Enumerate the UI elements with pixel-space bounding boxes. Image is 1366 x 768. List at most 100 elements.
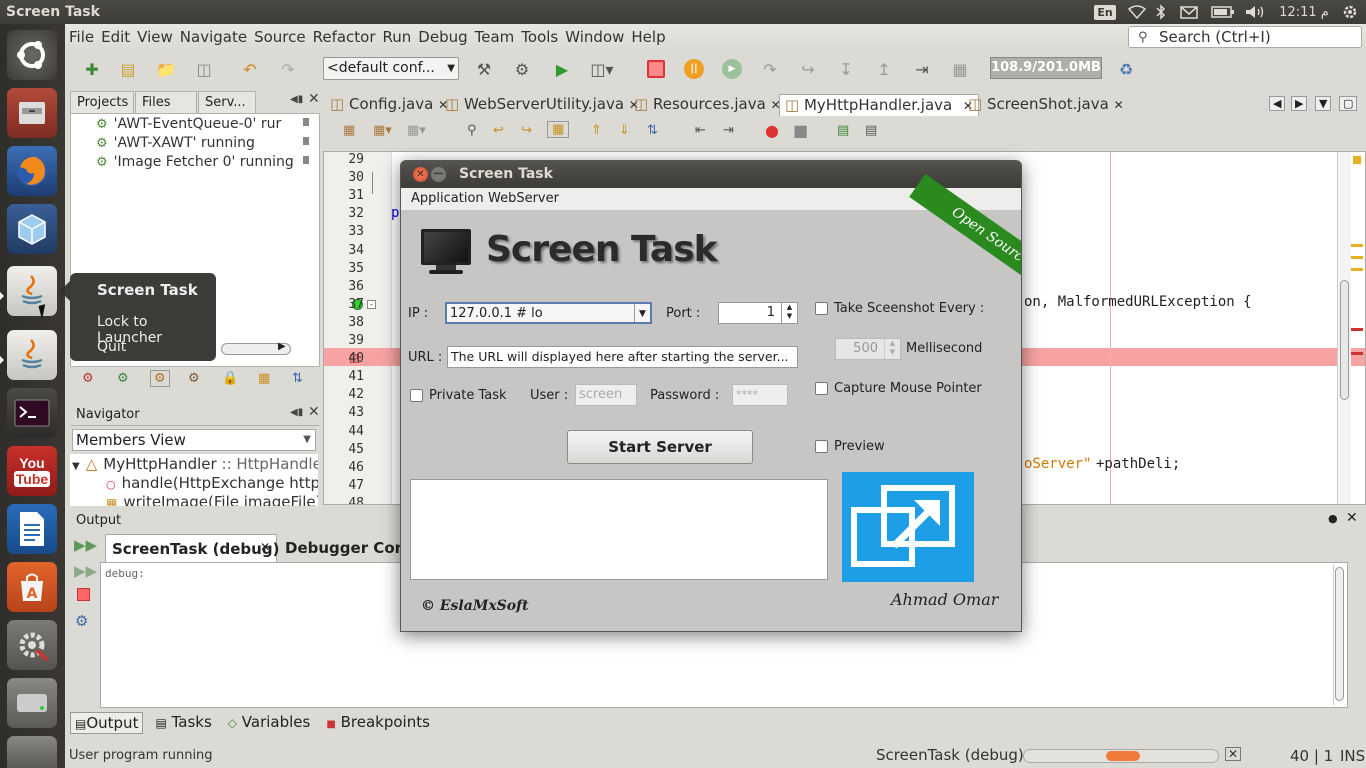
log-text-area[interactable] (410, 479, 828, 580)
debug-gear-icon[interactable]: ⚙ (82, 371, 94, 386)
stop-macro-icon[interactable]: ■ (793, 121, 808, 140)
url-field[interactable]: The URL will displayed here after starti… (447, 346, 798, 368)
menu-refactor[interactable]: Refactor (313, 28, 376, 46)
pause-icon[interactable]: || (681, 56, 707, 82)
step-into-icon[interactable]: ↧ (833, 56, 859, 82)
mail-icon[interactable] (1178, 0, 1200, 24)
build-hammer-icon[interactable]: ⚒ (471, 56, 497, 82)
uncomment-icon[interactable]: ▤ (865, 123, 877, 138)
view-select[interactable]: Members View ▼ (72, 429, 316, 451)
interval-spinner[interactable]: 500 ▲ ▼ (835, 338, 901, 360)
tab-screentask-debug[interactable]: ScreenTask (debug) ✕ (105, 534, 279, 562)
tab-breakpoints[interactable]: ■ Breakpoints (322, 712, 434, 734)
stop-icon[interactable] (643, 56, 669, 82)
apply-code-changes-icon[interactable]: ▦ (947, 56, 973, 82)
close-project-icon[interactable]: ◫ (191, 56, 217, 82)
take-screenshot-checkbox[interactable] (815, 302, 828, 315)
ubuntu-dash-icon[interactable] (7, 30, 57, 80)
tree-item[interactable]: ⚙ 'AWT-XAWT' running (96, 135, 255, 151)
step-out-icon[interactable]: ↥ (871, 56, 897, 82)
menu-source[interactable]: Source (254, 28, 306, 46)
menu-run[interactable]: Run (383, 28, 412, 46)
menu-application[interactable]: Application (411, 191, 484, 206)
close-icon[interactable]: ✕ (1346, 510, 1358, 526)
menu-edit[interactable]: Edit (101, 28, 130, 46)
memory-usage[interactable]: 108.9/201.0MB (990, 57, 1102, 79)
password-field[interactable]: **** (732, 384, 788, 406)
tab-list-icon[interactable]: ▼ (1315, 96, 1332, 111)
tree-item[interactable]: ⚙ 'Image Fetcher 0' running (96, 154, 294, 170)
scroll-left-icon[interactable]: ◀ (1269, 96, 1286, 111)
start-server-button[interactable]: Start Server (567, 430, 753, 464)
error-stripe-marker[interactable] (1351, 268, 1363, 271)
start-macro-icon[interactable]: ● (765, 121, 779, 140)
menu-help[interactable]: Help (631, 28, 665, 46)
capture-mouse-checkbox[interactable] (815, 382, 828, 395)
menu-webserver[interactable]: WebServer (488, 191, 559, 206)
user-field[interactable]: screen (575, 384, 637, 406)
error-stripe-marker[interactable] (1351, 256, 1363, 259)
maximize-icon[interactable]: ▢ (1339, 96, 1358, 111)
menu-debug[interactable]: Debug (418, 28, 467, 46)
close-icon[interactable]: ✕ (260, 540, 270, 554)
tab-tasks[interactable]: ▤ Tasks (151, 712, 215, 734)
close-icon[interactable]: ✕ (1114, 98, 1124, 112)
minimize-icon[interactable]: ◀▮ (290, 94, 303, 105)
rerun-icon[interactable]: ▶▶ (74, 536, 97, 554)
tab-debugger-console[interactable]: Debugger Conso (279, 534, 405, 562)
tab-services[interactable]: Serv... (198, 91, 256, 113)
close-icon[interactable]: ✕ (308, 404, 320, 420)
continue-icon[interactable]: ▶ (719, 56, 745, 82)
tree-item-method[interactable]: ▦ writeImage(File imageFile) (106, 493, 318, 506)
clean-build-icon[interactable]: ⚙ (509, 56, 535, 82)
find-next-icon[interactable]: ↪ (521, 123, 532, 138)
settings-icon[interactable]: ⚙ (75, 612, 88, 630)
keyboard-layout-indicator[interactable]: En (1094, 0, 1116, 24)
tree-item[interactable]: ⚙ 'AWT-EventQueue-0' rur (96, 116, 281, 132)
shift-left-icon[interactable]: ⇤ (695, 123, 706, 138)
lock-icon[interactable]: 🔒 (222, 371, 238, 386)
tab-variables[interactable]: ◇ Variables (224, 712, 315, 734)
vertical-scrollbar[interactable] (1337, 152, 1351, 504)
menu-navigate[interactable]: Navigate (180, 28, 247, 46)
menu-window[interactable]: Window (565, 28, 624, 46)
error-stripe-marker[interactable] (1353, 156, 1361, 164)
run-to-cursor-icon[interactable]: ⇥ (909, 56, 935, 82)
rerun-with-options-icon[interactable]: ▶▶ (74, 562, 97, 580)
error-stripe-marker[interactable] (1351, 244, 1363, 247)
find-previous-icon[interactable]: ↩ (493, 123, 504, 138)
libreoffice-writer-icon[interactable] (7, 504, 57, 554)
settings-icon[interactable]: ⚙ (188, 371, 200, 386)
volume-icon[interactable] (1244, 0, 1268, 24)
error-stripe-marker[interactable] (1351, 328, 1363, 331)
tab-resources-java[interactable]: ◫ Resources.java ✕ (629, 94, 786, 116)
step-over-expression-icon[interactable]: ↪ (795, 56, 821, 82)
error-stripe-marker[interactable] (1351, 352, 1363, 355)
toggle-bookmark-icon[interactable]: ⇅ (647, 123, 658, 138)
tab-myhttphandler-java[interactable]: ◫ MyHttpHandler.java ✕ (779, 94, 980, 116)
close-icon[interactable]: ✕ (308, 91, 320, 107)
clock[interactable]: 12:11 م (1272, 0, 1336, 24)
private-task-checkbox[interactable] (410, 389, 423, 402)
minimize-icon[interactable]: ◀▮ (290, 407, 303, 418)
spinner-arrows-icon[interactable]: ▲ ▼ (781, 303, 797, 323)
back-icon[interactable]: ▦▾ (407, 123, 426, 138)
next-bookmark-icon[interactable]: ⇓ (619, 123, 630, 138)
open-project-icon[interactable]: 📁 (153, 56, 179, 82)
menu-tools[interactable]: Tools (521, 28, 558, 46)
new-project-icon[interactable]: ▤ (115, 56, 141, 82)
close-window-button[interactable]: ✕ (413, 167, 428, 182)
bluetooth-icon[interactable] (1152, 0, 1170, 24)
tree-item-method[interactable]: ○ handle(HttpExchange httpE (106, 474, 318, 492)
youtube-icon[interactable]: You Tube (7, 446, 57, 496)
system-settings-icon[interactable] (7, 620, 57, 670)
tab-screenshot-java[interactable]: ◫ ScreenShot.java ✕ (963, 94, 1129, 116)
fold-toggle[interactable]: - (367, 300, 376, 309)
battery-icon[interactable] (1210, 0, 1236, 24)
search-input[interactable]: Search (Ctrl+I) ⚲ (1128, 26, 1362, 48)
toggle-highlight-icon[interactable]: ▦ (547, 121, 570, 138)
shift-right-icon[interactable]: ⇥ (723, 123, 734, 138)
scroll-right-icon[interactable]: ▶ (278, 341, 286, 352)
tab-output[interactable]: ▤Output (70, 712, 144, 734)
tab-projects[interactable]: Projects (70, 91, 134, 113)
